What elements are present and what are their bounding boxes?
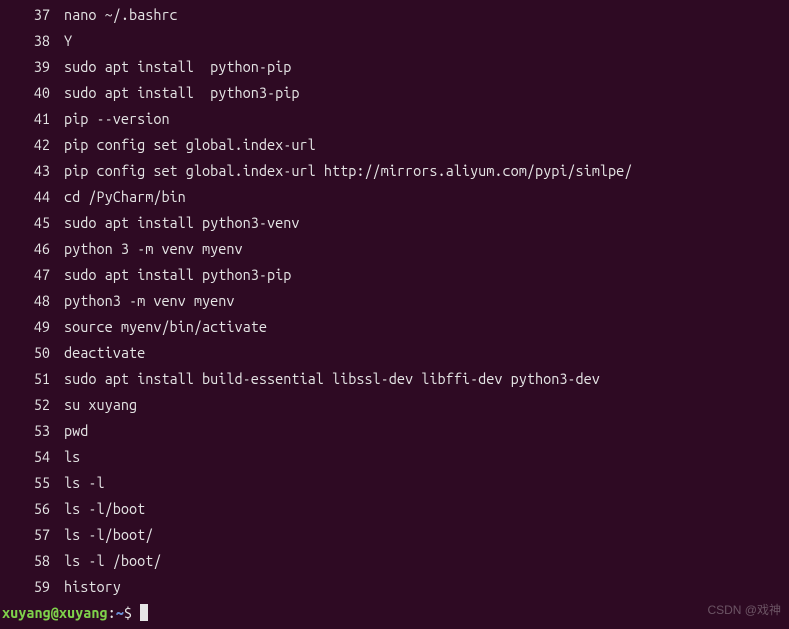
- history-number: 40: [2, 80, 64, 106]
- history-number: 55: [2, 470, 64, 496]
- history-line: 59history: [2, 574, 789, 600]
- history-command: sudo apt install python3-pip: [64, 80, 299, 106]
- history-number: 49: [2, 314, 64, 340]
- history-line: 55ls -l: [2, 470, 789, 496]
- history-line: 53pwd: [2, 418, 789, 444]
- history-command: nano ~/.bashrc: [64, 2, 178, 28]
- history-command: source myenv/bin/activate: [64, 314, 267, 340]
- history-command: su xuyang: [64, 392, 137, 418]
- history-command: ls -l: [64, 470, 105, 496]
- history-line: 37nano ~/.bashrc: [2, 2, 789, 28]
- history-line: 56ls -l/boot: [2, 496, 789, 522]
- history-command: sudo apt install python3-venv: [64, 210, 299, 236]
- history-command: python 3 -m venv myenv: [64, 236, 243, 262]
- history-number: 51: [2, 366, 64, 392]
- cursor-icon: [140, 604, 148, 621]
- history-number: 45: [2, 210, 64, 236]
- watermark: CSDN @戏神: [707, 597, 781, 623]
- history-line: 52su xuyang: [2, 392, 789, 418]
- history-command: cd /PyCharm/bin: [64, 184, 186, 210]
- history-line: 46python 3 -m venv myenv: [2, 236, 789, 262]
- history-number: 53: [2, 418, 64, 444]
- history-line: 48python3 -m venv myenv: [2, 288, 789, 314]
- history-number: 54: [2, 444, 64, 470]
- prompt-colon: :: [108, 604, 116, 621]
- history-number: 38: [2, 28, 64, 54]
- history-number: 37: [2, 2, 64, 28]
- history-command: sudo apt install python3-pip: [64, 262, 291, 288]
- history-line: 49source myenv/bin/activate: [2, 314, 789, 340]
- history-line: 42pip config set global.index-url: [2, 132, 789, 158]
- history-command: python3 -m venv myenv: [64, 288, 235, 314]
- history-number: 57: [2, 522, 64, 548]
- history-number: 42: [2, 132, 64, 158]
- history-command: pip config set global.index-url: [64, 132, 316, 158]
- prompt-line[interactable]: xuyang@xuyang:~$: [2, 600, 789, 626]
- history-command: deactivate: [64, 340, 145, 366]
- prompt-user: xuyang@xuyang: [2, 604, 108, 621]
- history-number: 58: [2, 548, 64, 574]
- history-command: ls: [64, 444, 80, 470]
- history-command: Y: [64, 28, 72, 54]
- history-line: 45sudo apt install python3-venv: [2, 210, 789, 236]
- history-line: 58ls -l /boot/: [2, 548, 789, 574]
- history-command: sudo apt install build-essential libssl-…: [64, 366, 600, 392]
- history-number: 50: [2, 340, 64, 366]
- history-line: 41pip --version: [2, 106, 789, 132]
- history-line: 51sudo apt install build-essential libss…: [2, 366, 789, 392]
- history-number: 46: [2, 236, 64, 262]
- history-number: 56: [2, 496, 64, 522]
- history-number: 43: [2, 158, 64, 184]
- history-line: 44cd /PyCharm/bin: [2, 184, 789, 210]
- history-line: 57ls -l/boot/: [2, 522, 789, 548]
- history-line: 43pip config set global.index-url http:/…: [2, 158, 789, 184]
- history-command: ls -l /boot/: [64, 548, 161, 574]
- history-line: 39sudo apt install python-pip: [2, 54, 789, 80]
- history-line: 50deactivate: [2, 340, 789, 366]
- history-number: 44: [2, 184, 64, 210]
- history-command: pip --version: [64, 106, 170, 132]
- prompt-path: ~: [116, 604, 124, 621]
- history-number: 59: [2, 574, 64, 600]
- history-line: 47sudo apt install python3-pip: [2, 262, 789, 288]
- terminal-output[interactable]: 37nano ~/.bashrc38Y39sudo apt install py…: [0, 0, 789, 626]
- history-command: history: [64, 574, 121, 600]
- history-command: ls -l/boot: [64, 496, 145, 522]
- history-command: pip config set global.index-url http://m…: [64, 158, 632, 184]
- history-number: 48: [2, 288, 64, 314]
- prompt-dollar: $: [124, 604, 140, 621]
- history-number: 41: [2, 106, 64, 132]
- history-command: ls -l/boot/: [64, 522, 153, 548]
- history-line: 54ls: [2, 444, 789, 470]
- history-command: sudo apt install python-pip: [64, 54, 291, 80]
- history-line: 38Y: [2, 28, 789, 54]
- history-command: pwd: [64, 418, 88, 444]
- history-number: 52: [2, 392, 64, 418]
- history-line: 40sudo apt install python3-pip: [2, 80, 789, 106]
- history-number: 47: [2, 262, 64, 288]
- history-number: 39: [2, 54, 64, 80]
